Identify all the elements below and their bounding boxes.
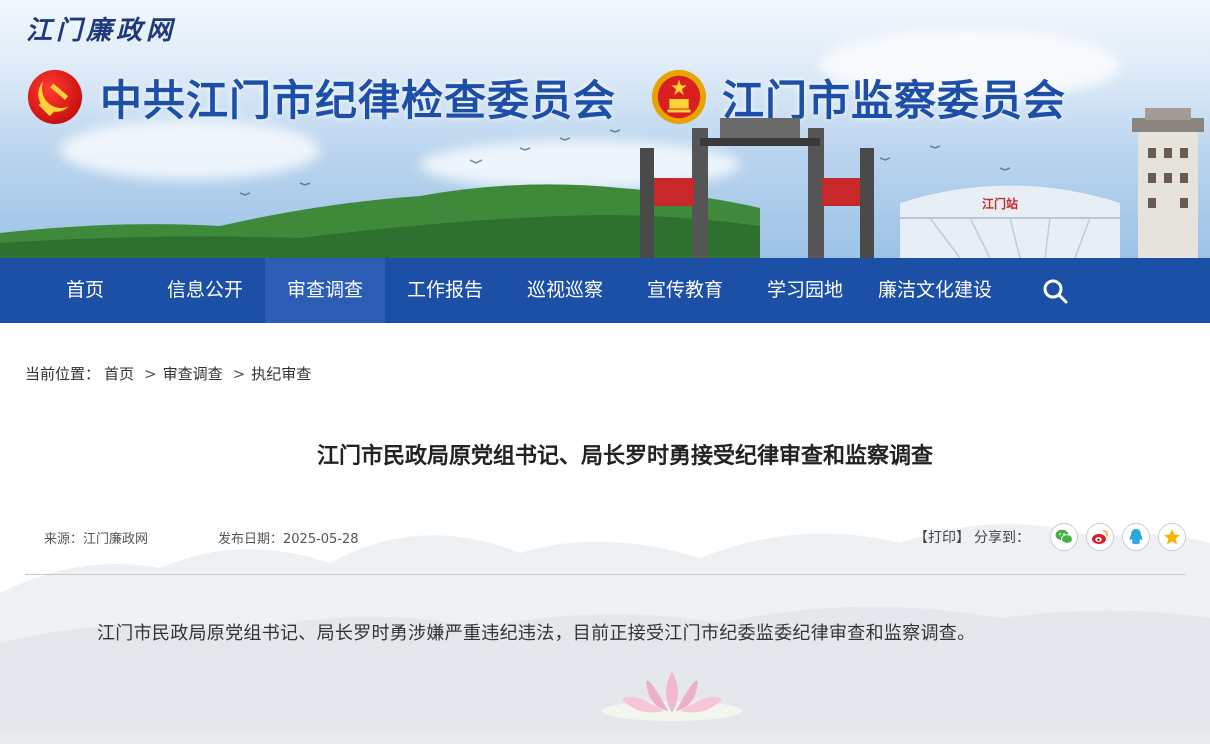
- nav-item-home[interactable]: 首页: [25, 258, 145, 323]
- share-label: 分享到：: [974, 530, 1030, 546]
- share-qq-button[interactable]: [1122, 523, 1150, 551]
- nav-item-review-investigation[interactable]: 审查调查: [265, 258, 385, 323]
- station-sign: 江门站: [982, 196, 1018, 211]
- breadcrumb-prefix: 当前位置：: [25, 365, 101, 383]
- nav-item-publicity-education[interactable]: 宣传教育: [625, 258, 745, 323]
- share-weibo-button[interactable]: [1086, 523, 1114, 551]
- mountain-background: [0, 524, 1210, 744]
- nav-search-button[interactable]: [1025, 258, 1085, 323]
- main-nav: 首页 信息公开 审查调查 工作报告 巡视巡察 宣传教育 学习园地 廉洁文化建设: [0, 258, 1210, 323]
- nav-item-info-disclosure[interactable]: 信息公开: [145, 258, 265, 323]
- breadcrumb-separator: >: [144, 364, 157, 383]
- share-qzone-button[interactable]: [1158, 523, 1186, 551]
- breadcrumb: 当前位置： 首页 > 审查调查 > 执纪审查: [25, 363, 315, 384]
- article-body: 江门市民政局原党组书记、局长罗时勇涉嫌严重违纪违法，目前正接受江门市纪委监委纪律…: [97, 623, 976, 644]
- share-bar: 【打印】 分享到：: [914, 523, 1186, 551]
- search-icon: [1043, 279, 1068, 303]
- article-content: 当前位置： 首页 > 审查调查 > 执纪审查 江门市民政局原党组书记、局长罗时勇…: [0, 323, 1210, 744]
- article-meta: 来源：江门廉政网 发布日期：2025-05-28: [44, 528, 359, 547]
- meta-divider: [25, 574, 1185, 575]
- nav-item-inspection-tour[interactable]: 巡视巡察: [505, 258, 625, 323]
- nav-item-learning-garden[interactable]: 学习园地: [745, 258, 865, 323]
- city-scene-illustration: 江门站: [0, 108, 1204, 258]
- print-button[interactable]: 【打印】: [914, 527, 970, 547]
- article-source: 来源：江门廉政网: [44, 532, 149, 547]
- breadcrumb-separator: >: [232, 364, 246, 383]
- share-wechat-button[interactable]: [1050, 523, 1078, 551]
- nav-item-work-report[interactable]: 工作报告: [385, 258, 505, 323]
- nav-item-integrity-culture[interactable]: 廉洁文化建设: [865, 258, 1005, 323]
- breadcrumb-home[interactable]: 首页: [104, 363, 134, 384]
- qq-icon: [1129, 529, 1143, 545]
- qzone-icon: [1164, 529, 1180, 545]
- site-logo[interactable]: 江门廉政网: [26, 10, 176, 47]
- article-title: 江门市民政局原党组书记、局长罗时勇接受纪律审查和监察调查: [316, 444, 933, 469]
- header-banner: 江门廉政网 中共江门市纪律检查委员会 江门市监察委员会 江门站: [0, 0, 1210, 258]
- breadcrumb-review-investigation[interactable]: 审查调查: [163, 363, 223, 384]
- footer-strip: [0, 731, 1210, 744]
- weibo-icon: [1092, 530, 1108, 544]
- breadcrumb-discipline-review[interactable]: 执纪审查: [251, 363, 311, 384]
- article-date: 发布日期：2025-05-28: [218, 532, 359, 547]
- wechat-icon: [1055, 529, 1073, 544]
